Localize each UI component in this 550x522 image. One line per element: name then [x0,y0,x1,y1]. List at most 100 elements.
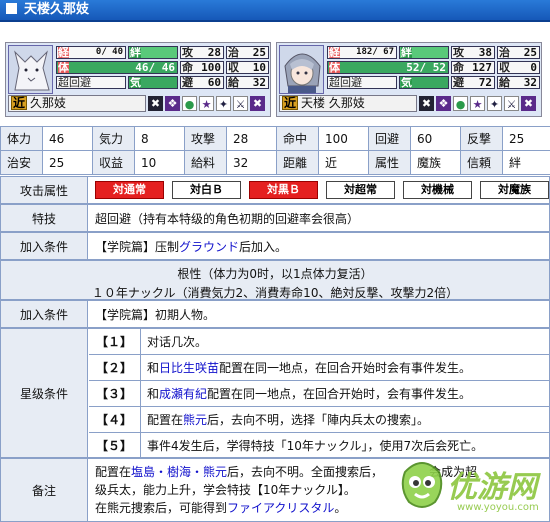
bond-box: 絆 [128,46,178,59]
perk-line-2: １０年ナックル（消費気力2、消費寿命10、絶対反撃、攻撃力2倍） [91,286,459,300]
exp-box: 経 0/ 40 [56,46,126,59]
evade-box: 避 60 [180,76,224,89]
attr-supernatural-button[interactable]: 対超常 [326,181,395,199]
girl-portrait-icon [279,45,324,94]
star-number: 【５】 [95,439,132,453]
security-box: 治 25 [226,46,269,59]
attack-attribute-row: 攻击属性 対通常 対白Ｂ 対黒Ｂ 対超常 対機械 対魔族 [0,176,550,204]
skill-box: 超回避 [56,76,126,89]
stat-label: 体力 [0,126,43,151]
stat-value: 10 [134,150,185,175]
diamond-icon: ❖ [165,96,180,111]
stat-value: 28 [226,126,277,151]
star-condition-row: 【４】 配置在 熊元 后，去向不明，选择「陣内兵太の捜索」。 [89,406,550,432]
compass-icon: ✦ [216,96,231,111]
mascot-logo-icon [401,462,443,508]
item-link[interactable]: ファイアクリスタル [227,501,334,515]
join-condition-row: 加入条件 【学院篇】压制 グラウンド 后加入。 [0,232,550,260]
star-number: 【１】 [95,334,132,349]
stat-value: 25 [42,150,93,175]
character-name-bar: 近久那妓 [8,95,146,112]
hit-box: 命 100 [180,61,224,74]
skill-box: 超回避 [327,76,397,89]
cross-icon: ✖ [419,96,434,111]
page-title-bar: 天楼久那妓 [0,0,550,22]
stat-label: 治安 [0,150,43,175]
salary-box: 給 32 [497,76,540,89]
star-condition-row: 【３】 和成瀬有紀 配置在同一地点，在回合开始时，会有事件发生。 [89,380,550,406]
stat-label: 気力 [92,126,135,151]
character-name-bar: 近天楼 久那妓 [279,95,417,112]
star-number: 【２】 [95,361,132,375]
perk-section: 根性（体力为0时，以1点体力复活） １０年ナックル（消費気力2、消費寿命10、絶… [0,260,550,300]
compass-icon: ✦ [487,96,502,111]
watermark-url: www.yoyou.com [457,502,539,513]
spirit-box: 気 [128,76,178,89]
cross-icon: ✖ [148,96,163,111]
join-condition-row-2: 加入条件 【学院篇】初期人物。 [0,300,550,328]
attr-black-button[interactable]: 対黒Ｂ [249,181,318,199]
attr-demon-button[interactable]: 対魔族 [480,181,549,199]
join-condition-text: 【学院篇】压制 グラウンド 后加入。 [95,238,288,255]
bond-box: 絆 [399,46,449,59]
sword-icon: ⚔ [233,96,248,111]
stat-value: 25 [502,126,550,151]
stat-label: 収益 [92,150,135,175]
site-watermark: 优游网 www.yoyou.com [395,446,550,522]
attr-machine-button[interactable]: 対機械 [403,181,472,199]
wolf-portrait-icon [8,45,53,94]
income-box: 収 10 [226,61,269,74]
stats-row: 体力 46 気力 8 攻撃 28 命中 100 回避 60 反撃 25 [0,126,550,151]
watermark-text: 优游网 [447,470,537,505]
stat-label: 反撃 [460,126,503,151]
evade-box: 避 72 [451,76,495,89]
character-link[interactable]: 日比生咲苗 [159,359,219,376]
stat-value: 32 [226,150,277,175]
star-condition-row: 【１】 对话几次。 [89,328,550,354]
star-number: 【４】 [95,413,132,427]
sword-icon: ⚔ [504,96,519,111]
income-box: 収0 [497,61,540,74]
attr-normal-button[interactable]: 対通常 [95,181,164,199]
stat-value: 8 [134,126,185,151]
attack-box: 攻 38 [451,46,495,59]
perk-line-1: 根性（体力为0时，以1点体力复活） [177,267,373,281]
skill-label: 特技 [1,205,88,231]
square-bullet-icon [6,3,17,14]
spirit-box: 気 [399,76,449,89]
stat-label: 攻撃 [184,126,227,151]
stat-value: 100 [318,126,369,151]
stat-label: 回避 [368,126,411,151]
star-text: 配置在 熊元 后，去向不明，选择「陣内兵太の捜索」。 [140,407,550,432]
star-icon: ★ [470,96,485,111]
attr-white-button[interactable]: 対白Ｂ [172,181,241,199]
diamond-icon: ❖ [436,96,451,111]
magic-icon: ✖ [521,96,536,111]
star-text: 和成瀬有紀 配置在同一地点，在回合开始时，会有事件发生。 [140,381,550,406]
star-text: 和日比生咲苗 配置在同一地点，在回合开始时会有事件发生。 [140,355,550,380]
stats-table: 体力 46 気力 8 攻撃 28 命中 100 回避 60 反撃 25 治安 25 収益 10 … [0,126,550,175]
security-box: 治 25 [497,46,540,59]
stat-label: 給料 [184,150,227,175]
exp-box: 経 182/ 67 [327,46,397,59]
circle-icon: ● [182,96,197,111]
skill-row: 特技 超回避（持有本特级的角色初期的回避率会很高） [0,204,550,232]
skill-text: 超回避（持有本特级的角色初期的回避率会很高） [95,211,360,226]
stat-label: 距離 [276,150,319,175]
circle-icon: ● [453,96,468,111]
star-conditions-section: 星级条件 【１】 对话几次。 【２】 和日比生咲苗 配置在同一地点，在回合开始时会… [0,328,550,458]
character-link[interactable]: 成瀬有紀 [159,385,207,402]
ground-link[interactable]: グラウンド [179,238,239,255]
stat-label: 命中 [276,126,319,151]
stat-value: 近 [318,150,369,175]
star-conditions-label: 星级条件 [1,329,88,457]
location-link[interactable]: 熊元 [183,411,207,428]
character-card-upgraded: 経 182/ 67 絆 攻 38 治 25 体 52/ 52 命 127 収0 超回避 気… [276,42,542,117]
star-number: 【３】 [95,387,132,401]
star-text: 对话几次。 [140,328,550,354]
hp-bar: 体 46/ 46 [56,61,178,74]
character-card-base: 経 0/ 40 絆 攻 28 治 25 体 46/ 46 命 100 収 10 超回避 気 … [5,42,271,117]
attack-attribute-label: 攻击属性 [1,177,88,203]
location-link[interactable]: 塩島・樹海・熊元 [131,465,227,479]
magic-icon: ✖ [250,96,265,111]
